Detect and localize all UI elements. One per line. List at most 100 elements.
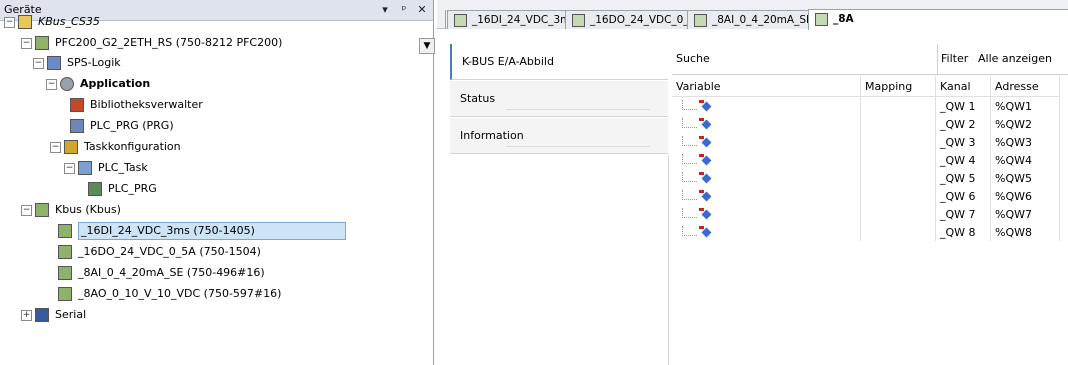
column-header[interactable]: Mapping (860, 76, 936, 97)
table-cell-variable[interactable] (672, 205, 861, 223)
editor-tab[interactable]: _16DO_24_VDC_0_5A (565, 10, 689, 29)
table-cell-adresse: %QW5 (990, 169, 1060, 187)
tree-item[interactable]: + Serial (17, 306, 433, 324)
tree-item-label: _16DO_24_VDC_0_5A (750-1504) (78, 245, 261, 258)
tree-item[interactable]: − PFC200_G2_2ETH_RS (750-8212 PFC200) (17, 34, 433, 52)
output-channel-icon (699, 171, 712, 183)
output-channel-icon (699, 135, 712, 147)
tree-connector (682, 153, 697, 164)
module-icon (58, 224, 72, 238)
collapse-icon[interactable]: − (46, 79, 57, 90)
tree-item-label: Serial (55, 308, 87, 321)
tree-connector (682, 171, 697, 182)
divider (506, 109, 650, 110)
collapse-icon[interactable]: − (64, 163, 75, 174)
output-channel-icon (699, 153, 712, 165)
side-tab[interactable]: Status (450, 81, 668, 117)
collapse-icon[interactable]: − (50, 142, 61, 153)
kbus-icon (35, 203, 49, 217)
column-header[interactable]: Adresse (990, 76, 1060, 97)
tree-item-label: PLC_Task (98, 161, 148, 174)
tree-connector (682, 99, 697, 110)
tree-item[interactable]: _16DI_24_VDC_3ms (750-1405) (40, 222, 433, 240)
table-cell-kanal: _QW 6 (935, 187, 991, 205)
task-config-icon (64, 140, 78, 154)
editor-tab[interactable]: _8A (808, 9, 1068, 30)
table-cell-variable[interactable] (672, 187, 861, 205)
editor-tab[interactable]: _8AI_0_4_20mA_SE (687, 10, 810, 29)
table-cell-adresse: %QW1 (990, 96, 1060, 115)
tree-item[interactable]: − SPS-Logik (29, 54, 433, 72)
column-header[interactable]: Kanal (935, 76, 991, 97)
tree-item[interactable]: − Kbus (Kbus) (17, 201, 433, 219)
module-icon (572, 14, 585, 27)
application-gear-icon (60, 77, 74, 91)
editor-tab-label: _8AI_0_4_20mA_SE (712, 14, 810, 26)
collapse-icon[interactable]: − (4, 17, 15, 28)
table-cell-variable[interactable] (672, 223, 861, 241)
search-label[interactable]: Suche (676, 52, 710, 65)
table-row[interactable]: _QW 4 %QW4 (672, 151, 1060, 169)
tree-item[interactable]: _16DO_24_VDC_0_5A (750-1504) (40, 243, 433, 261)
tree-item[interactable]: − KBus_CS35 (0, 13, 433, 31)
side-tab-label: K-BUS E/A-Abbild (462, 55, 554, 68)
side-tab-empty (450, 155, 669, 365)
table-cell-mapping (860, 115, 936, 133)
tree-item-label: Kbus (Kbus) (55, 203, 121, 216)
collapse-icon[interactable]: − (33, 58, 44, 69)
tree-item[interactable]: − PLC_Task (60, 159, 433, 177)
tree-item[interactable]: Bibliotheksverwalter (52, 96, 433, 114)
tree-item[interactable]: PLC_PRG (70, 180, 433, 198)
collapse-icon[interactable]: − (21, 38, 32, 49)
table-cell-adresse: %QW8 (990, 223, 1060, 241)
table-cell-variable[interactable] (672, 96, 861, 115)
filter-select[interactable]: Alle anzeigen (978, 52, 1052, 65)
toolbar-divider (937, 44, 940, 74)
tree-item[interactable]: − Application (42, 75, 433, 93)
editor-tab-label: _8A (833, 13, 854, 25)
table-cell-variable[interactable] (672, 133, 861, 151)
table-row[interactable]: _QW 6 %QW6 (672, 187, 1060, 205)
module-icon (58, 266, 72, 280)
collapse-icon[interactable]: − (21, 205, 32, 216)
table-cell-kanal: _QW 1 (935, 96, 991, 115)
tree-item[interactable]: _8AI_0_4_20mA_SE (750-496#16) (40, 264, 433, 282)
table-cell-adresse: %QW2 (990, 115, 1060, 133)
column-header[interactable]: Variable (672, 76, 861, 97)
tree-item[interactable]: _8AO_0_10_V_10_VDC (750-597#16) (40, 285, 433, 303)
table-row[interactable]: _QW 2 %QW2 (672, 115, 1060, 133)
table-row[interactable]: _QW 8 %QW8 (672, 223, 1060, 241)
program-icon (70, 119, 84, 133)
device-icon (35, 36, 49, 50)
table-cell-variable[interactable] (672, 169, 861, 187)
editor-tab-label: _16DI_24_VDC_3ms (472, 14, 567, 26)
table-cell-mapping (860, 205, 936, 223)
io-toolbar: Suche Filter Alle anzeigen (672, 44, 1068, 75)
table-cell-mapping (860, 187, 936, 205)
plc-logic-icon (47, 56, 61, 70)
side-tab[interactable]: Information (450, 118, 668, 154)
table-cell-adresse: %QW6 (990, 187, 1060, 205)
expand-icon[interactable]: + (21, 310, 32, 321)
table-cell-mapping (860, 223, 936, 241)
tree-item-label: PLC_PRG (108, 182, 157, 195)
tree-item[interactable]: PLC_PRG (PRG) (52, 117, 433, 135)
table-row[interactable]: _QW 1 %QW1 (672, 96, 1060, 115)
editor-tab[interactable]: _16DI_24_VDC_3ms (447, 10, 567, 29)
tree-connector (682, 117, 697, 128)
table-row[interactable]: _QW 5 %QW5 (672, 169, 1060, 187)
output-channel-icon (699, 99, 712, 111)
table-cell-variable[interactable] (672, 151, 861, 169)
task-icon (78, 161, 92, 175)
program-call-icon (88, 182, 102, 196)
table-cell-mapping (860, 133, 936, 151)
table-cell-variable[interactable] (672, 115, 861, 133)
module-icon (58, 245, 72, 259)
side-tab[interactable]: K-BUS E/A-Abbild (450, 44, 668, 80)
tree-item[interactable]: − Taskkonfiguration (46, 138, 433, 156)
table-row[interactable]: _QW 3 %QW3 (672, 133, 1060, 151)
table-cell-kanal: _QW 7 (935, 205, 991, 223)
tree-connector (682, 189, 697, 200)
tree-item-label: Taskkonfiguration (84, 140, 181, 153)
table-row[interactable]: _QW 7 %QW7 (672, 205, 1060, 223)
